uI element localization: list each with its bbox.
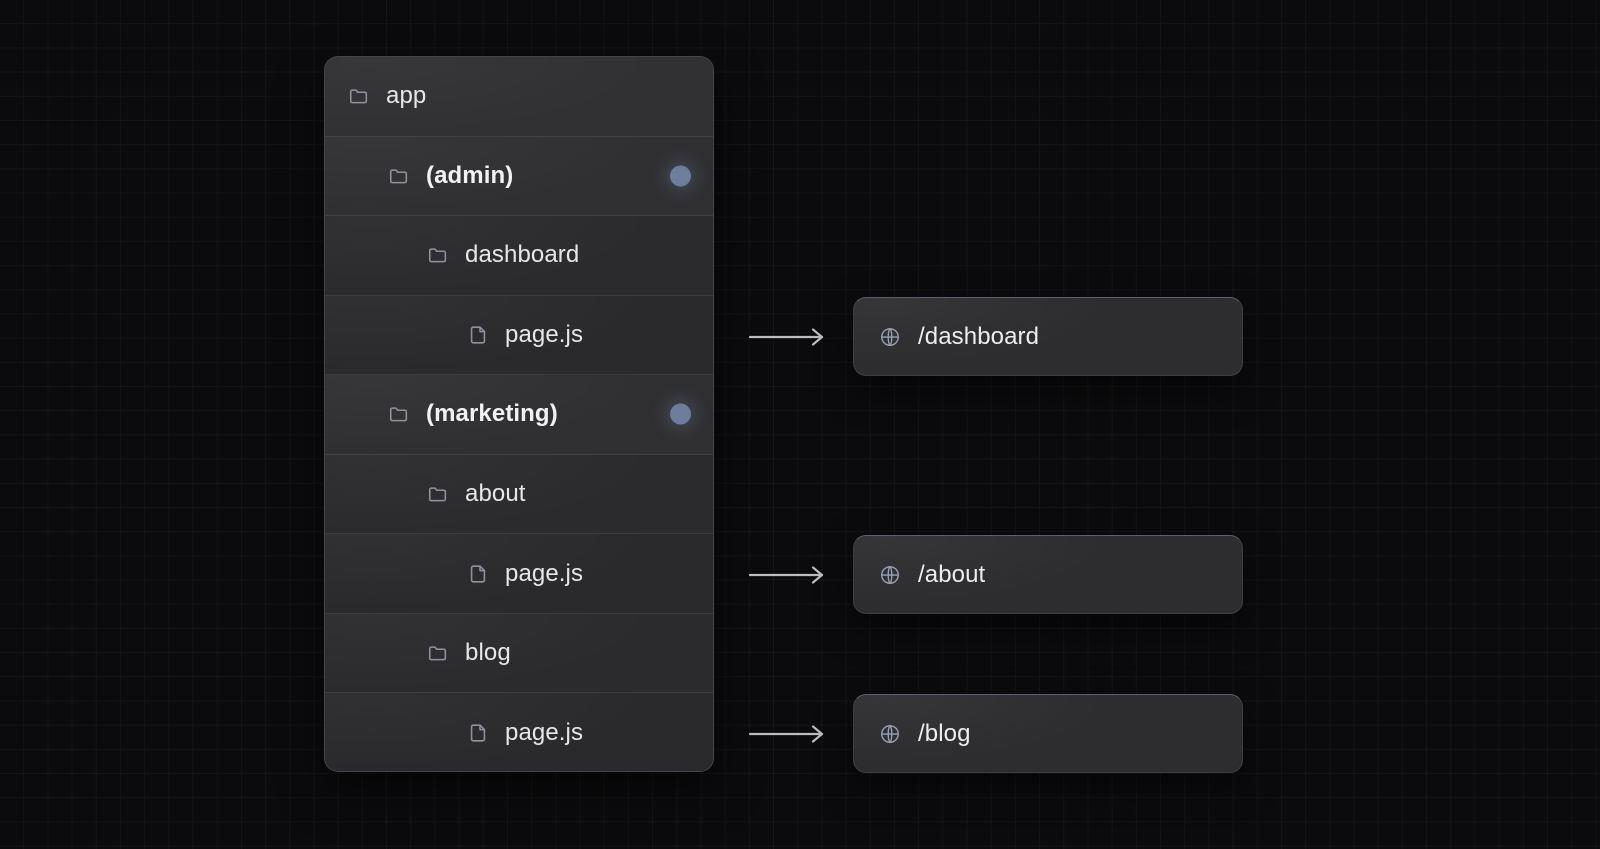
folder-icon bbox=[427, 483, 449, 505]
tree-row-content: (admin) bbox=[325, 161, 713, 189]
folder-icon bbox=[348, 85, 370, 107]
tree-row-content: dashboard bbox=[325, 243, 713, 267]
tree-row-content: (marketing) bbox=[325, 402, 713, 426]
tree-row[interactable]: (marketing) bbox=[325, 375, 713, 455]
tree-row[interactable]: blog bbox=[325, 613, 713, 694]
tree-row-content: page.js bbox=[325, 721, 713, 745]
tree-node-label: (admin) bbox=[426, 161, 514, 189]
file-icon bbox=[467, 722, 489, 744]
app-directory-tree-panel: app (admin) dashboard page.js (marketing) abo… bbox=[324, 56, 714, 772]
tree-node-label: blog bbox=[465, 639, 511, 667]
folder-icon bbox=[388, 165, 410, 187]
tree-row[interactable]: about bbox=[325, 454, 713, 535]
tree-row[interactable]: page.js bbox=[325, 295, 713, 376]
tree-node-label: about bbox=[465, 480, 526, 507]
folder-icon bbox=[388, 403, 410, 425]
route-path-label: /blog bbox=[918, 719, 971, 747]
tree-row[interactable]: dashboard bbox=[325, 216, 713, 296]
arrow-right-icon bbox=[748, 326, 828, 348]
globe-icon bbox=[879, 723, 901, 745]
tree-row-content: app bbox=[325, 84, 713, 108]
tree-row-content: page.js bbox=[325, 320, 713, 348]
tree-node-label: app bbox=[386, 82, 427, 110]
globe-icon bbox=[879, 326, 901, 348]
route-card[interactable]: /dashboard bbox=[853, 297, 1243, 376]
route-path-label: /about bbox=[918, 560, 986, 588]
route-path-label: /dashboard bbox=[918, 322, 1040, 350]
tree-row[interactable]: page.js bbox=[325, 693, 713, 771]
arrow-right-icon bbox=[748, 564, 828, 586]
route-card[interactable]: /blog bbox=[853, 694, 1243, 773]
file-icon bbox=[467, 324, 489, 346]
route-card[interactable]: /about bbox=[853, 535, 1243, 614]
route-group-indicator-dot bbox=[670, 165, 691, 187]
globe-icon bbox=[879, 564, 901, 586]
arrow-right-icon bbox=[748, 723, 828, 745]
tree-row[interactable]: (admin) bbox=[325, 136, 713, 217]
file-icon bbox=[467, 563, 489, 585]
tree-row-content: about bbox=[325, 482, 713, 506]
tree-node-label: page.js bbox=[505, 719, 584, 747]
tree-node-label: page.js bbox=[505, 320, 584, 348]
tree-row[interactable]: page.js bbox=[325, 534, 713, 614]
route-group-indicator-dot bbox=[670, 403, 691, 425]
tree-node-label: page.js bbox=[505, 559, 584, 587]
tree-row[interactable]: app bbox=[325, 57, 713, 137]
tree-row-content: blog bbox=[325, 641, 713, 665]
folder-icon bbox=[427, 642, 449, 664]
tree-node-label: dashboard bbox=[465, 241, 580, 269]
folder-icon bbox=[427, 244, 449, 266]
tree-node-label: (marketing) bbox=[426, 400, 558, 428]
diagram-canvas: app (admin) dashboard page.js (marketing) abo… bbox=[0, 0, 1600, 849]
tree-row-content: page.js bbox=[325, 559, 713, 587]
